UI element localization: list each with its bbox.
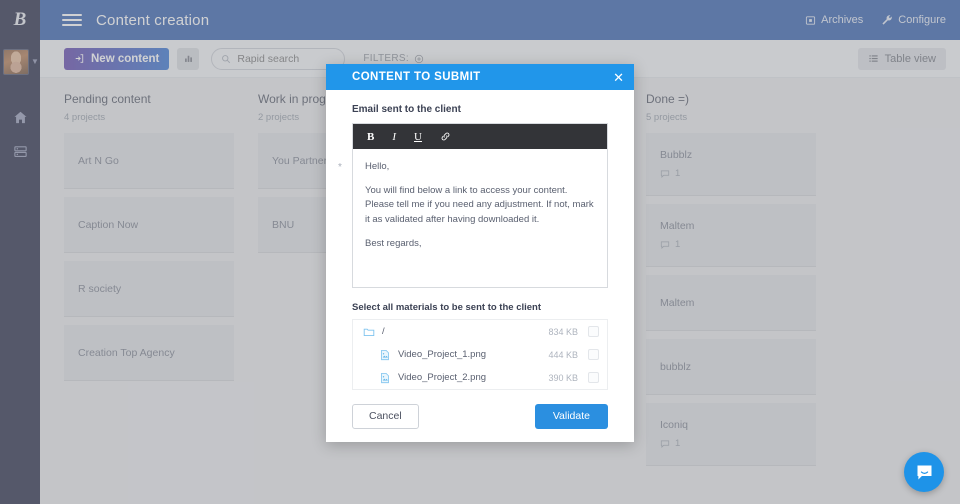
file-row[interactable]: / 834 KB bbox=[353, 320, 607, 343]
file-name: Video_Project_2.png bbox=[398, 372, 487, 383]
dialog-footer: Cancel Validate bbox=[326, 390, 634, 442]
email-field-label: Email sent to the client bbox=[352, 104, 461, 115]
chat-widget-button[interactable] bbox=[904, 452, 944, 492]
dialog-body: * Email sent to the client B I U Hello, Y… bbox=[326, 90, 634, 390]
file-name: / bbox=[382, 326, 385, 337]
file-name: Video_Project_1.png bbox=[398, 349, 487, 360]
underline-icon[interactable]: U bbox=[414, 131, 422, 143]
files-section-label: Select all materials to be sent to the c… bbox=[352, 302, 542, 313]
file-size: 444 KB bbox=[548, 349, 578, 360]
bold-icon[interactable]: B bbox=[367, 131, 374, 143]
file-size: 390 KB bbox=[548, 372, 578, 383]
image-file-icon bbox=[379, 372, 391, 384]
file-checkbox[interactable] bbox=[588, 349, 599, 360]
file-list: /834 KB Video_Project_1.png 444 KB Video_Pr… bbox=[352, 319, 608, 390]
italic-icon[interactable]: I bbox=[392, 131, 396, 143]
validate-button[interactable]: Validate bbox=[534, 403, 608, 429]
close-icon[interactable]: ✕ bbox=[613, 71, 624, 84]
file-row[interactable]: Video_Project_2.png 390 KB bbox=[353, 366, 607, 389]
app-root: B ▼ Content creation Archives Configure … bbox=[0, 0, 960, 504]
email-paragraph: You will find below a link to access you… bbox=[365, 184, 594, 226]
dialog-title: CONTENT TO SUBMIT bbox=[352, 71, 481, 83]
file-checkbox[interactable] bbox=[588, 326, 599, 337]
link-icon[interactable] bbox=[440, 131, 451, 142]
cancel-button[interactable]: Cancel bbox=[352, 403, 419, 429]
file-size: 834 KB bbox=[548, 326, 578, 337]
image-file-icon bbox=[379, 349, 391, 361]
dialog-header: CONTENT TO SUBMIT ✕ bbox=[326, 64, 634, 90]
chat-bubble-icon bbox=[914, 462, 935, 483]
content-to-submit-dialog: CONTENT TO SUBMIT ✕ * Email sent to the … bbox=[326, 64, 634, 442]
file-row[interactable]: Video_Project_1.png 444 KB bbox=[353, 343, 607, 366]
email-paragraph: Hello, bbox=[365, 161, 390, 172]
file-checkbox[interactable] bbox=[588, 372, 599, 383]
email-paragraph: Best regards, bbox=[365, 237, 422, 249]
editor-toolbar: B I U bbox=[353, 124, 607, 149]
email-body-text[interactable]: Hello, You will find below a link to acce… bbox=[353, 149, 607, 287]
folder-icon bbox=[363, 326, 375, 338]
required-marker: * bbox=[338, 162, 342, 173]
rich-text-editor[interactable]: B I U Hello, You will find below a link t… bbox=[352, 123, 608, 288]
